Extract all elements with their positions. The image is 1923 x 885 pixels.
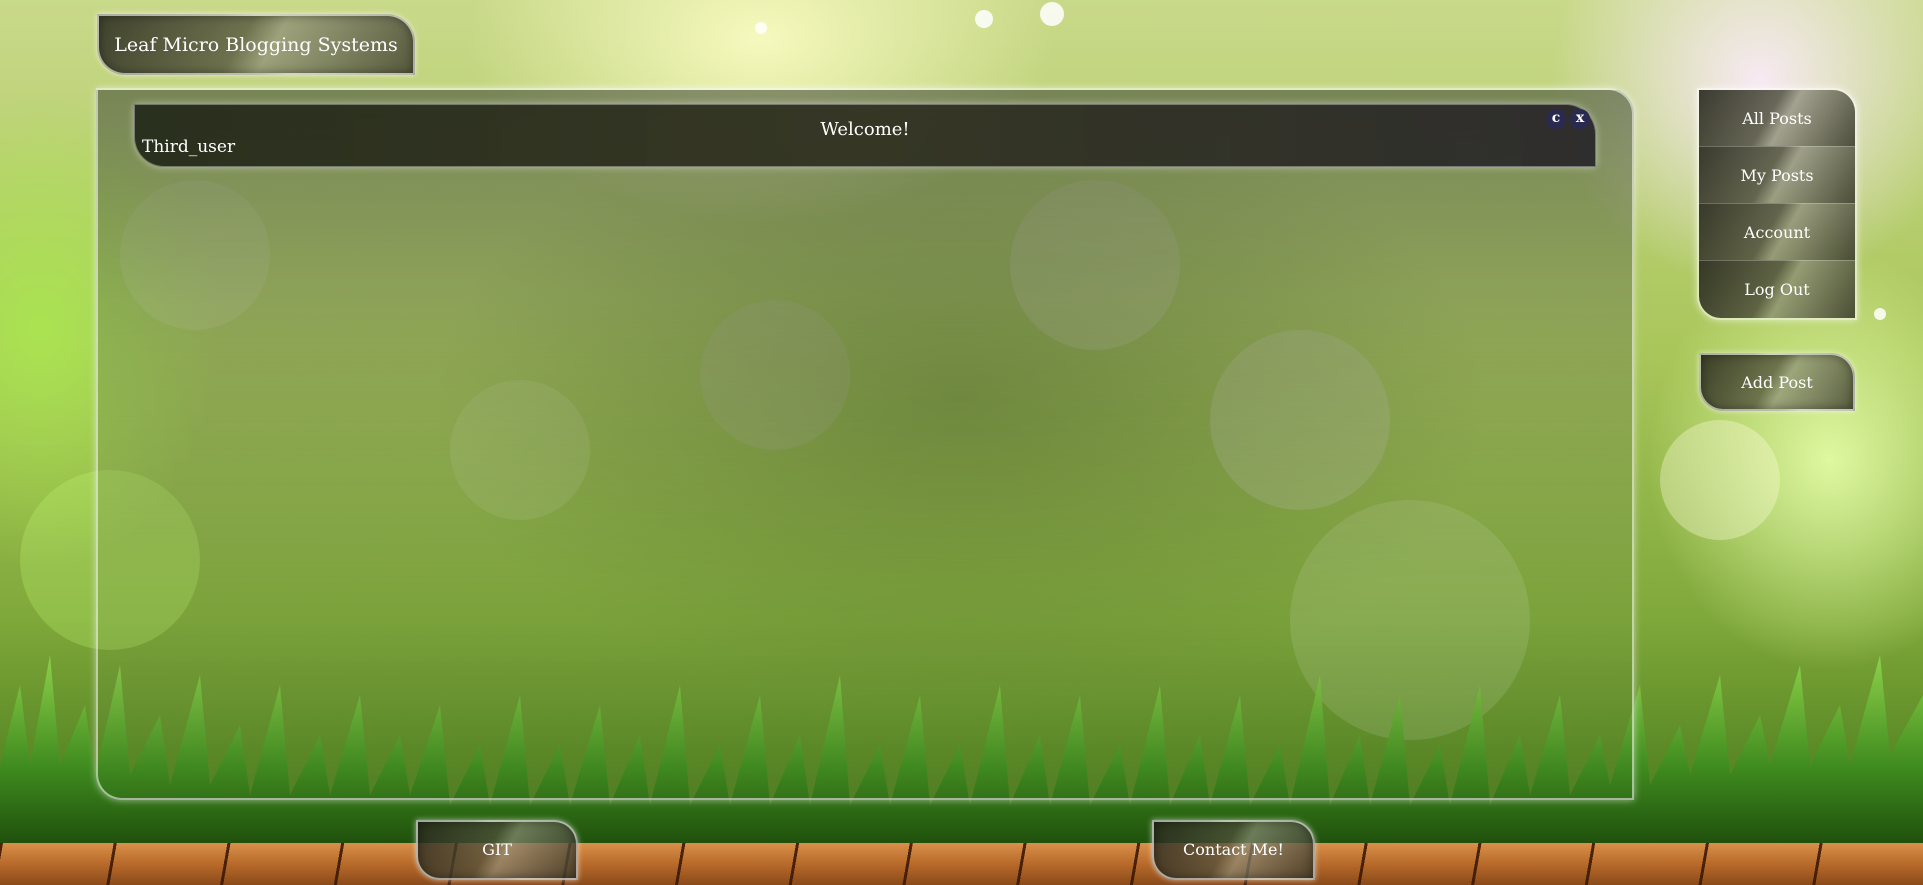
background-bokeh [1874, 308, 1886, 320]
nav-all-posts[interactable]: All Posts [1699, 90, 1855, 147]
background-bokeh [755, 22, 767, 34]
welcome-text: Welcome! [820, 119, 910, 140]
background-bokeh [1660, 420, 1780, 540]
nav-my-posts[interactable]: My Posts [1699, 147, 1855, 204]
nav-log-out[interactable]: Log Out [1699, 261, 1855, 318]
brand-title-button[interactable]: Leaf Micro Blogging Systems [97, 14, 415, 75]
nav-account[interactable]: Account [1699, 204, 1855, 261]
username-label: Third_user [142, 137, 236, 157]
header-c-button[interactable]: c [1546, 109, 1566, 129]
add-post-button[interactable]: Add Post [1699, 353, 1855, 411]
background-bokeh [975, 10, 993, 28]
side-navigation: All Posts My Posts Account Log Out [1697, 88, 1857, 320]
wood-floor [0, 843, 1923, 885]
main-content-panel: Welcome! Third_user c x [96, 88, 1634, 800]
header-close-button[interactable]: x [1570, 109, 1590, 129]
contact-me-button[interactable]: Contact Me! [1152, 820, 1315, 880]
welcome-header-bar: Welcome! Third_user c x [134, 104, 1596, 167]
git-button[interactable]: GIT [416, 820, 578, 880]
background-bokeh [1040, 2, 1064, 26]
